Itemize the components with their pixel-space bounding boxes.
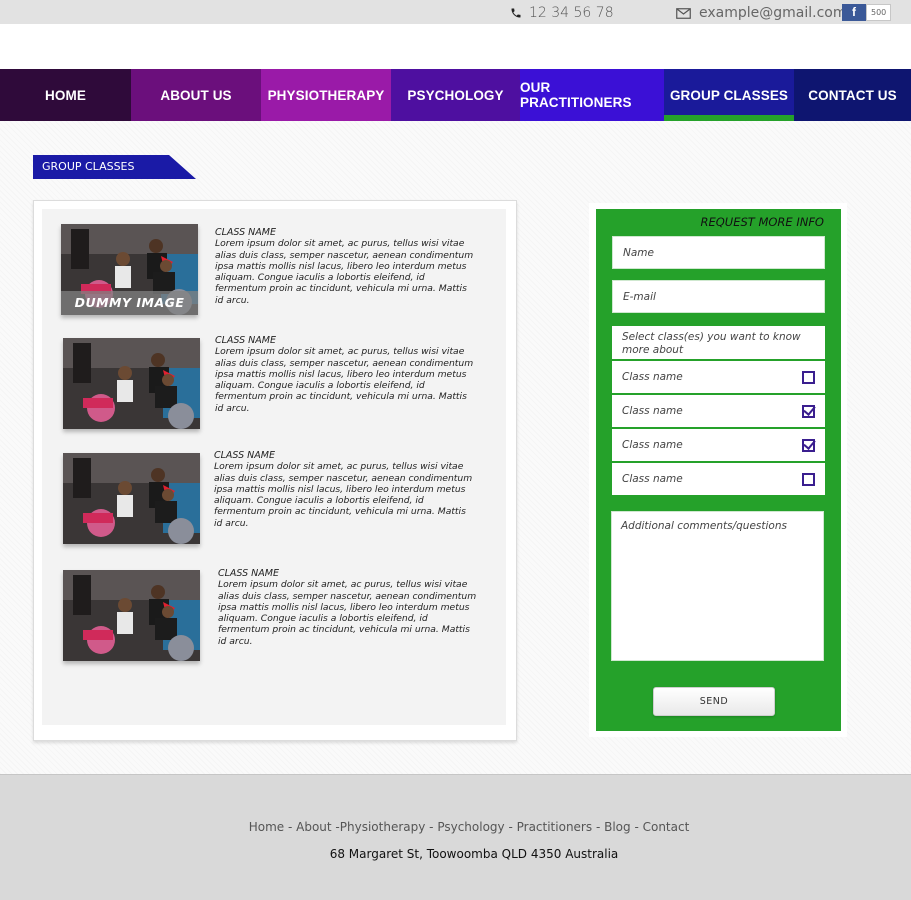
class-option[interactable]: Class name xyxy=(612,361,825,393)
class-image[interactable] xyxy=(63,453,200,544)
class-list: DUMMY IMAGE CLASS NAME Lorem ipsum dolor… xyxy=(42,209,506,725)
class-list-panel: DUMMY IMAGE CLASS NAME Lorem ipsum dolor… xyxy=(33,200,517,741)
class-description-block: CLASS NAME Lorem ipsum dolor sit amet, a… xyxy=(215,335,477,414)
dummy-image-label: DUMMY IMAGE xyxy=(61,291,198,315)
class-image[interactable] xyxy=(63,570,200,661)
header-band xyxy=(0,24,911,69)
class-name: CLASS NAME xyxy=(215,227,276,238)
checkbox[interactable] xyxy=(802,472,815,486)
nav-contact-us[interactable]: CONTACT US xyxy=(794,69,911,121)
class-image[interactable] xyxy=(63,338,200,429)
class-image[interactable]: DUMMY IMAGE xyxy=(61,224,198,315)
footer-link-blog[interactable]: Blog xyxy=(604,820,631,834)
content-area: GROUP CLASSES DUMMY IMAGE CLASS NAME Lor… xyxy=(0,121,911,774)
class-description: Lorem ipsum dolor sit amet, ac purus, te… xyxy=(214,461,473,529)
footer-link-contact[interactable]: Contact xyxy=(643,820,690,834)
checkbox[interactable] xyxy=(802,370,815,384)
class-name: CLASS NAME xyxy=(218,568,279,579)
class-option-label: Class name xyxy=(622,405,683,417)
email-contact[interactable]: example@gmail.com xyxy=(676,5,847,21)
nav-psychology[interactable]: PSYCHOLOGY xyxy=(391,69,520,121)
footer-address: 68 Margaret St, Toowoomba QLD 4350 Austr… xyxy=(329,847,619,861)
class-name: CLASS NAME xyxy=(215,335,276,346)
class-description: Lorem ipsum dolor sit amet, ac purus, te… xyxy=(215,238,474,306)
section-heading-tab: GROUP CLASSES xyxy=(33,155,196,179)
footer-link-about[interactable]: About xyxy=(296,820,331,834)
footer: Home - About -Physiotherapy - Psychology… xyxy=(0,774,911,900)
send-button[interactable]: SEND xyxy=(653,687,775,716)
checkbox-checked[interactable] xyxy=(802,438,815,452)
phone-number: 12 34 56 78 xyxy=(529,5,614,21)
main-nav: HOME ABOUT US PHYSIOTHERAPY PSYCHOLOGY O… xyxy=(0,69,911,121)
name-input[interactable]: Name xyxy=(612,236,825,269)
form-title: REQUEST MORE INFO xyxy=(700,215,824,229)
envelope-icon xyxy=(676,7,691,19)
phone-contact[interactable]: 12 34 56 78 xyxy=(510,5,614,21)
class-description: Lorem ipsum dolor sit amet, ac purus, te… xyxy=(218,579,477,647)
fitness-photo-icon xyxy=(63,338,200,429)
class-description-block: CLASS NAME Lorem ipsum dolor sit amet, a… xyxy=(215,227,477,306)
email-address: example@gmail.com xyxy=(699,5,847,21)
footer-link-physiotherapy[interactable]: Physiotherapy xyxy=(340,820,426,834)
nav-group-classes[interactable]: GROUP CLASSES xyxy=(664,69,794,121)
class-item[interactable]: CLASS NAME Lorem ipsum dolor sit amet, a… xyxy=(63,450,503,553)
checkbox-checked[interactable] xyxy=(802,404,815,418)
class-option-label: Class name xyxy=(622,473,683,485)
footer-link-practitioners[interactable]: Practitioners xyxy=(517,820,593,834)
footer-link-psychology[interactable]: Psychology xyxy=(437,820,504,834)
class-item[interactable]: CLASS NAME Lorem ipsum dolor sit amet, a… xyxy=(63,335,503,438)
section-title: GROUP CLASSES xyxy=(42,160,135,173)
fitness-photo-icon xyxy=(63,570,200,661)
request-info-form: REQUEST MORE INFO Name E-mail Select cla… xyxy=(596,209,841,731)
nav-about-us[interactable]: ABOUT US xyxy=(131,69,261,121)
facebook-icon: f xyxy=(842,4,866,21)
class-option[interactable]: Class name xyxy=(612,463,825,495)
footer-link-home[interactable]: Home xyxy=(249,820,284,834)
facebook-like-widget[interactable]: f 500 xyxy=(842,4,892,21)
footer-nav: Home - About -Physiotherapy - Psychology… xyxy=(248,820,690,834)
fitness-photo-icon xyxy=(63,453,200,544)
facebook-count: 500 xyxy=(866,4,892,21)
comments-textarea[interactable]: Additional comments/questions xyxy=(611,511,824,661)
class-item[interactable]: CLASS NAME Lorem ipsum dolor sit amet, a… xyxy=(63,568,503,670)
class-item[interactable]: DUMMY IMAGE CLASS NAME Lorem ipsum dolor… xyxy=(61,224,501,324)
email-input[interactable]: E-mail xyxy=(612,280,825,313)
class-option-label: Class name xyxy=(622,439,683,451)
class-name: CLASS NAME xyxy=(214,450,275,461)
top-bar: 12 34 56 78 example@gmail.com f 500 xyxy=(0,0,911,24)
class-option[interactable]: Class name xyxy=(612,429,825,461)
class-selection-prompt: Select class(es) you want to know more a… xyxy=(612,326,825,359)
nav-home[interactable]: HOME xyxy=(0,69,131,121)
class-selection-group: Select class(es) you want to know more a… xyxy=(612,326,825,496)
class-description-block: CLASS NAME Lorem ipsum dolor sit amet, a… xyxy=(214,450,476,529)
class-description: Lorem ipsum dolor sit amet, ac purus, te… xyxy=(215,346,474,414)
class-description-block: CLASS NAME Lorem ipsum dolor sit amet, a… xyxy=(218,568,480,647)
phone-icon xyxy=(511,8,521,18)
class-option[interactable]: Class name xyxy=(612,395,825,427)
nav-our-practitioners[interactable]: OUR PRACTITIONERS xyxy=(520,69,664,121)
class-option-label: Class name xyxy=(622,371,683,383)
nav-physiotherapy[interactable]: PHYSIOTHERAPY xyxy=(261,69,391,121)
